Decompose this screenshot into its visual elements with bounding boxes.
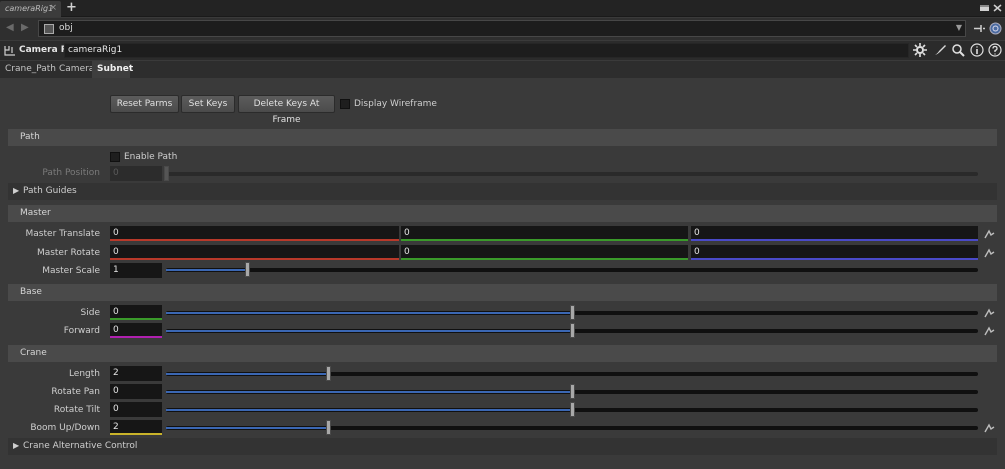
reset-parms-button[interactable]: Reset Parms — [110, 95, 179, 113]
base-section-header: Base — [8, 284, 997, 301]
length-label: Length — [68, 369, 100, 379]
pin-icon[interactable] — [973, 22, 986, 35]
master-scale-handle[interactable] — [245, 262, 250, 277]
forward-handle[interactable] — [570, 323, 575, 338]
document-tab-label: cameraRig1 — [5, 4, 54, 13]
side-handle[interactable] — [570, 305, 575, 320]
rotate-tilt-field[interactable]: 0 — [110, 402, 162, 417]
master-scale-field[interactable]: 1 — [110, 263, 162, 278]
brush-icon[interactable] — [933, 43, 947, 57]
path-position-label: Path Position — [42, 168, 100, 178]
document-tab-bar: cameraRig1 × + — [0, 0, 1005, 17]
display-wireframe-checkbox[interactable] — [340, 99, 350, 109]
new-tab-button[interactable]: + — [66, 0, 77, 15]
expand-triangle-icon[interactable]: ▶ — [13, 441, 19, 450]
camera-rig-icon — [4, 46, 15, 56]
parameter-tabs: Crane_Path Camera Subnet — [0, 61, 1005, 78]
network-icon — [44, 24, 54, 34]
rotate-tilt-slider[interactable] — [166, 402, 978, 417]
length-slider[interactable] — [166, 366, 978, 381]
key-icon[interactable] — [983, 229, 995, 239]
document-tab[interactable]: cameraRig1 × — [0, 1, 61, 17]
master-rotate-z-field[interactable]: 0 — [691, 245, 978, 260]
rotate-pan-label: Rotate Pan — [51, 387, 100, 397]
rotate-tilt-handle[interactable] — [570, 402, 575, 417]
path-guides-folder[interactable]: ▶ Path Guides — [8, 183, 997, 200]
path-position-slider[interactable] — [164, 166, 978, 181]
master-scale-label: Master Scale — [42, 266, 100, 276]
master-rotate-y-field[interactable]: 0 — [401, 245, 688, 260]
crane-section-header: Crane — [8, 345, 997, 362]
enable-path-checkbox[interactable] — [110, 152, 120, 162]
forward-label: Forward — [63, 326, 100, 336]
path-section-header: Path — [8, 129, 997, 146]
tab-crane-path[interactable]: Crane_Path — [0, 61, 61, 78]
gear-icon[interactable] — [913, 43, 927, 57]
display-wireframe-label: Display Wireframe — [354, 99, 437, 109]
tab-subnet[interactable]: Subnet — [92, 61, 133, 78]
forward-slider[interactable] — [166, 323, 978, 338]
master-rotate-x-field[interactable]: 0 — [110, 245, 399, 260]
close-icon[interactable]: × — [49, 3, 57, 13]
master-rotate-label: Master Rotate — [36, 248, 100, 258]
chevron-down-icon[interactable]: ▼ — [956, 23, 962, 32]
side-slider[interactable] — [166, 305, 978, 320]
boom-up-down-handle[interactable] — [326, 420, 331, 435]
crane-alternative-control-label: Crane Alternative Control — [23, 441, 138, 451]
key-icon[interactable] — [983, 248, 995, 258]
crane-section-title: Crane — [20, 348, 47, 358]
delete-keys-button[interactable]: Delete Keys At Frame — [238, 95, 335, 125]
close-pane-icon[interactable] — [993, 4, 1002, 12]
forward-field[interactable]: 0 — [110, 323, 162, 338]
node-name-field[interactable]: cameraRig1 — [64, 43, 909, 58]
key-icon[interactable] — [983, 423, 995, 433]
rotate-pan-field[interactable]: 0 — [110, 384, 162, 399]
help-icon[interactable] — [988, 43, 1002, 57]
path-guides-label: Path Guides — [23, 186, 77, 196]
master-scale-slider[interactable] — [166, 262, 978, 277]
link-icon[interactable] — [989, 22, 1002, 35]
crane-alternative-control-folder[interactable]: ▶ Crane Alternative Control — [8, 438, 997, 455]
set-keys-button[interactable]: Set Keys — [181, 95, 235, 113]
magnify-icon[interactable] — [951, 43, 965, 57]
info-icon[interactable] — [970, 43, 984, 57]
forward-arrow-icon[interactable]: ▶ — [21, 22, 29, 33]
boom-up-down-label: Boom Up/Down — [30, 423, 100, 433]
network-path-text: obj — [59, 23, 73, 33]
side-field[interactable]: 0 — [110, 305, 162, 320]
master-section-header: Master — [8, 205, 997, 222]
length-handle[interactable] — [326, 366, 331, 381]
boom-up-down-slider[interactable] — [166, 420, 978, 435]
master-translate-x-field[interactable]: 0 — [110, 226, 399, 241]
path-section-title: Path — [20, 132, 40, 142]
path-position-field[interactable]: 0 — [110, 166, 162, 181]
rotate-tilt-label: Rotate Tilt — [53, 405, 100, 415]
side-label: Side — [80, 308, 100, 318]
master-translate-y-field[interactable]: 0 — [401, 226, 688, 241]
network-path-field[interactable]: obj ▼ — [38, 20, 966, 37]
enable-path-label: Enable Path — [124, 152, 178, 162]
path-position-handle[interactable] — [164, 166, 169, 181]
back-arrow-icon[interactable]: ◀ — [6, 22, 14, 33]
rotate-pan-slider[interactable] — [166, 384, 978, 399]
master-translate-z-field[interactable]: 0 — [691, 226, 978, 241]
navigation-bar: ◀ ▶ obj ▼ — [0, 18, 1005, 40]
length-field[interactable]: 2 — [110, 366, 162, 381]
pane-menu-icon[interactable] — [980, 4, 989, 12]
expand-triangle-icon[interactable]: ▶ — [13, 186, 19, 195]
key-icon[interactable] — [983, 326, 995, 336]
master-translate-label: Master Translate — [25, 229, 100, 239]
node-header: Camera Rig cameraRig1 — [0, 41, 1005, 60]
boom-up-down-field[interactable]: 2 — [110, 420, 162, 435]
master-section-title: Master — [20, 208, 51, 218]
rotate-pan-handle[interactable] — [570, 384, 575, 399]
key-icon[interactable] — [983, 308, 995, 318]
base-section-title: Base — [20, 287, 42, 297]
